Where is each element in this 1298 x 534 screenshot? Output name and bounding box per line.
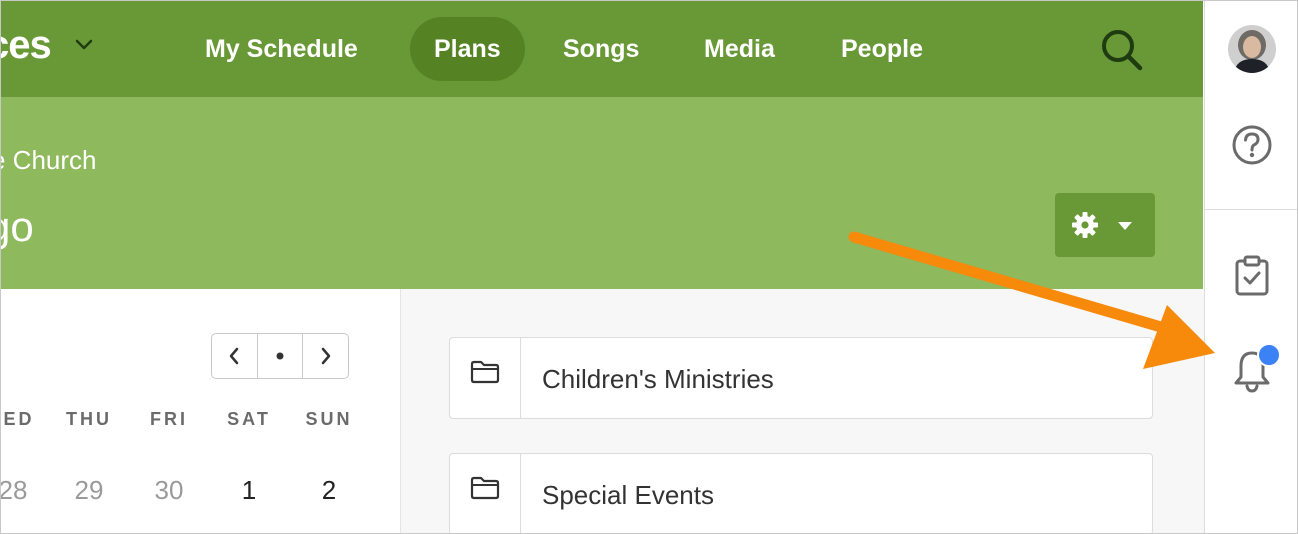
caret-down-icon — [1118, 222, 1132, 230]
chevron-right-icon — [321, 347, 330, 365]
folder-label: Special Events — [542, 480, 714, 510]
user-avatar-image — [1228, 25, 1276, 73]
folder-icon-cell — [450, 454, 521, 533]
page-header: e Church go — [1, 97, 1203, 289]
prev-month-button[interactable] — [212, 334, 257, 378]
settings-dropdown-button[interactable] — [1055, 193, 1155, 257]
dot-icon — [276, 352, 284, 360]
weekday-thu: THU — [66, 409, 112, 429]
weekday-sat: SAT — [227, 409, 271, 429]
nav-people[interactable]: People — [817, 17, 947, 81]
weekday-wed: ED — [3, 409, 35, 429]
calendar-day[interactable]: 2 — [299, 475, 359, 506]
gear-icon — [1072, 212, 1098, 238]
app-window: ces My Schedule Plans Songs Media People… — [0, 0, 1298, 534]
chevron-down-icon[interactable] — [75, 39, 93, 51]
right-rail — [1204, 1, 1297, 533]
folder-row[interactable]: Children's Ministries — [449, 337, 1153, 419]
calendar-pager — [211, 333, 349, 379]
chevron-left-icon — [230, 347, 239, 365]
next-month-button[interactable] — [302, 334, 348, 378]
nav-songs[interactable]: Songs — [539, 17, 663, 81]
folder-icon — [470, 360, 500, 384]
weekday-sun: SUN — [305, 409, 353, 429]
nav-my-schedule[interactable]: My Schedule — [181, 17, 382, 81]
app-brand[interactable]: ces — [1, 23, 52, 68]
folder-list: Children's Ministries Special Events — [400, 289, 1204, 533]
mini-calendar: ED THU FRI SAT SUN 28 29 30 1 2 — [1, 289, 399, 533]
folder-row[interactable]: Special Events — [449, 453, 1153, 533]
calendar-day[interactable]: 28 — [1, 475, 43, 506]
tasks-icon[interactable] — [1234, 255, 1270, 297]
notification-badge — [1257, 343, 1281, 367]
calendar-day[interactable]: 29 — [59, 475, 119, 506]
folder-label: Children's Ministries — [542, 364, 774, 394]
today-button[interactable] — [256, 334, 303, 378]
folder-icon — [470, 476, 500, 500]
nav-media[interactable]: Media — [680, 17, 799, 81]
weekday-fri: FRI — [150, 409, 188, 429]
rail-divider — [1205, 209, 1297, 210]
folder-icon-cell — [450, 338, 521, 418]
search-icon[interactable] — [1097, 25, 1145, 73]
avatar[interactable] — [1228, 25, 1276, 73]
page-title: go — [1, 203, 34, 250]
calendar-day[interactable]: 1 — [219, 475, 279, 506]
calendar-day[interactable]: 30 — [139, 475, 199, 506]
org-name: e Church — [0, 145, 97, 175]
help-icon[interactable] — [1230, 123, 1274, 167]
nav-plans[interactable]: Plans — [410, 17, 525, 81]
top-nav: ces My Schedule Plans Songs Media People — [1, 1, 1203, 97]
